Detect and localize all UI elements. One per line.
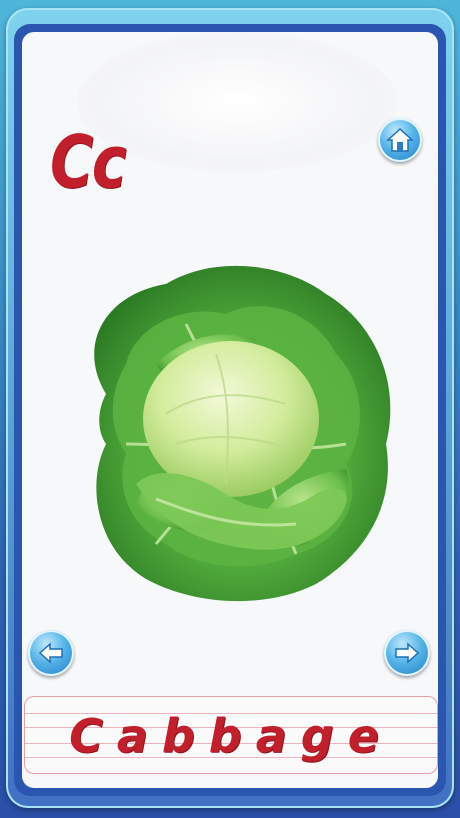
arrow-left-icon: [38, 642, 63, 664]
home-icon: [386, 127, 414, 152]
arrow-right-icon: [395, 642, 420, 664]
cabbage-image: [66, 244, 396, 606]
word-label: Cabbage: [69, 709, 393, 763]
letter-heading: Cc: [50, 120, 127, 204]
next-button[interactable]: [384, 630, 430, 676]
word-label-strip: Cabbage: [24, 696, 438, 774]
home-button[interactable]: [378, 118, 422, 162]
previous-button[interactable]: [28, 630, 74, 676]
flashcard: Cc Cabbage: [22, 32, 438, 788]
